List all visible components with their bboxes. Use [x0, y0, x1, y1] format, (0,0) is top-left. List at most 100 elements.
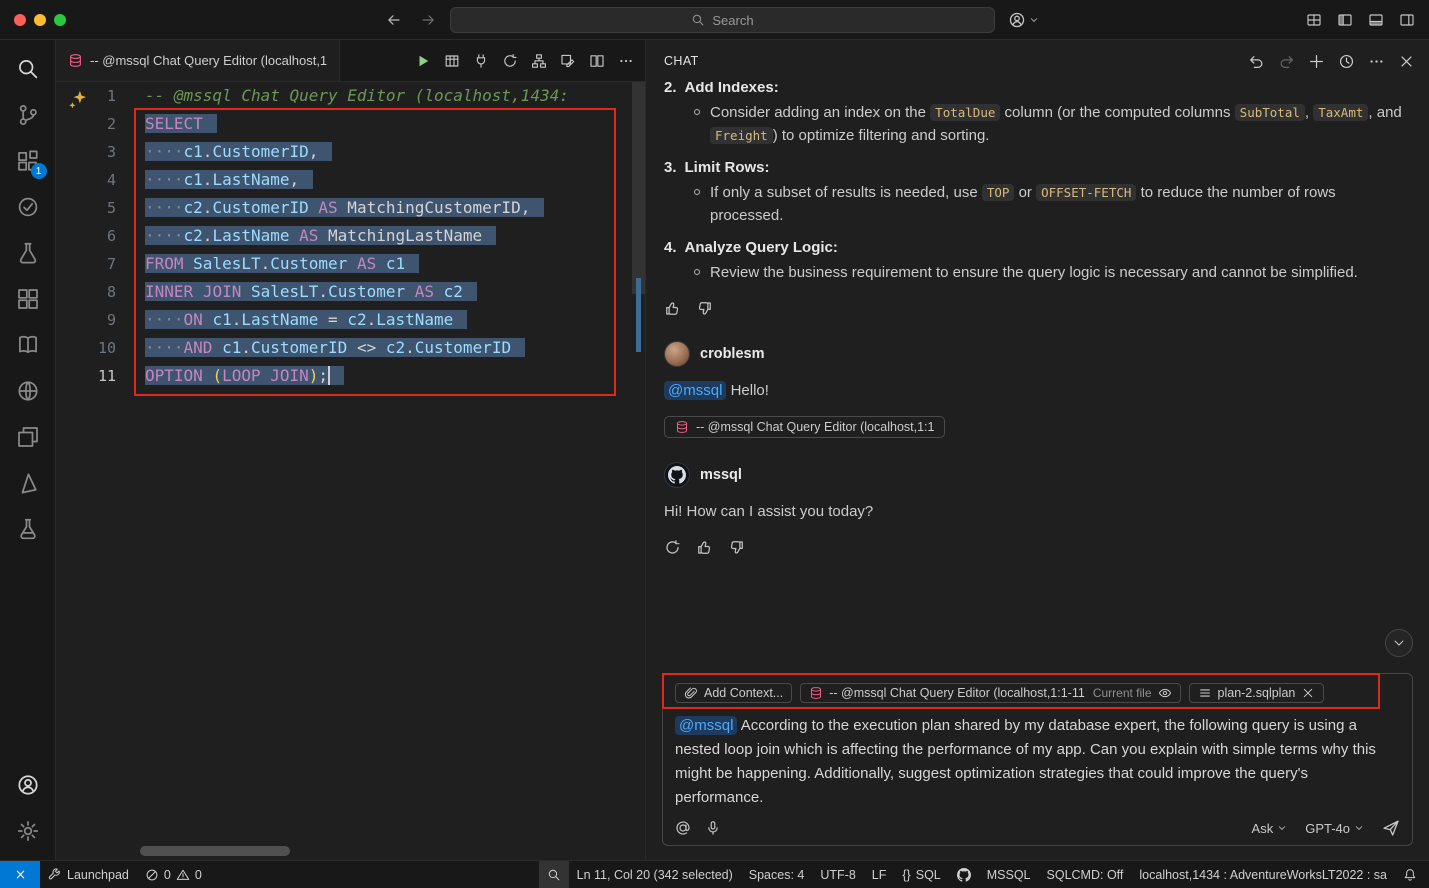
new-chat-icon[interactable] — [1308, 53, 1325, 70]
estimated-plan-button[interactable] — [497, 49, 523, 73]
command-center-search[interactable]: Search — [450, 7, 995, 33]
status-notifications[interactable] — [1395, 861, 1425, 888]
model-dropdown[interactable]: GPT-4o — [1305, 821, 1364, 836]
more-icon[interactable] — [1368, 53, 1385, 70]
toggle-primary-sidebar-icon[interactable] — [1337, 12, 1353, 28]
mode-dropdown[interactable]: Ask — [1252, 821, 1288, 836]
regenerate-icon[interactable] — [664, 539, 681, 556]
maximize-window-button[interactable] — [54, 14, 66, 26]
chat-input-text[interactable]: @mssql According to the execution plan s… — [675, 714, 1400, 810]
message-attachment[interactable]: -- @mssql Chat Query Editor (localhost,1… — [664, 416, 945, 438]
run-query-button[interactable] — [410, 49, 436, 73]
forward-icon[interactable] — [420, 12, 436, 28]
activity-live-share[interactable] — [4, 414, 52, 460]
activity-azure[interactable] — [4, 184, 52, 230]
code-line[interactable]: 6····c2.LastName AS MatchingLastName — [56, 222, 645, 250]
thumbs-up-icon[interactable] — [696, 539, 713, 556]
status-indentation[interactable]: Spaces: 4 — [741, 861, 813, 888]
warning-icon — [176, 868, 190, 882]
token: LastName — [212, 170, 289, 189]
profile-menu[interactable] — [1008, 0, 1039, 40]
vertical-scrollbar[interactable] — [632, 82, 645, 294]
code-line[interactable]: 4····c1.LastName, — [56, 166, 645, 194]
send-icon[interactable] — [1382, 819, 1400, 837]
split-editor-button[interactable] — [584, 49, 610, 73]
remote-indicator[interactable] — [0, 861, 40, 888]
activity-sql-tools[interactable] — [4, 506, 52, 552]
thumbs-down-icon[interactable] — [696, 300, 713, 317]
token: AS — [357, 254, 376, 273]
plan-context-chip[interactable]: plan-2.sqlplan — [1189, 683, 1325, 703]
minimize-window-button[interactable] — [34, 14, 46, 26]
status-sqlcmd[interactable]: SQLCMD: Off — [1039, 861, 1132, 888]
editor-tab[interactable]: -- @mssql Chat Query Editor (localhost,1 — [56, 40, 340, 81]
toggle-secondary-sidebar-icon[interactable] — [1399, 12, 1415, 28]
add-context-chip[interactable]: Add Context... — [675, 683, 792, 703]
horizontal-scrollbar[interactable] — [140, 846, 290, 856]
scroll-to-bottom-button[interactable] — [1385, 629, 1413, 657]
activity-prisma[interactable] — [4, 460, 52, 506]
results-button[interactable] — [439, 49, 465, 73]
status-encoding[interactable]: UTF-8 — [812, 861, 863, 888]
status-copilot[interactable] — [949, 861, 979, 888]
copilot-sparkle-icon[interactable] — [68, 89, 88, 109]
code-line[interactable]: 1-- @mssql Chat Query Editor (localhost,… — [56, 82, 645, 110]
status-mssql[interactable]: MSSQL — [979, 861, 1039, 888]
status-launchpad[interactable]: Launchpad — [40, 861, 137, 888]
status-problems[interactable]: 00 — [137, 861, 210, 888]
line-text: FROM SalesLT.Customer AS c1 — [145, 250, 419, 278]
table-designer-button[interactable] — [555, 49, 581, 73]
close-window-button[interactable] — [14, 14, 26, 26]
file-context-chip[interactable]: -- @mssql Chat Query Editor (localhost,1… — [800, 683, 1180, 703]
mention-chip[interactable]: @mssql — [664, 381, 726, 400]
redo-icon[interactable] — [1278, 53, 1295, 70]
back-icon[interactable] — [386, 12, 402, 28]
mention-icon[interactable] — [675, 820, 691, 836]
chat-input[interactable]: Add Context... -- @mssql Chat Query Edito… — [662, 673, 1413, 846]
activity-source-control[interactable] — [4, 92, 52, 138]
close-icon[interactable] — [1398, 53, 1415, 70]
status-language[interactable]: {}SQL — [894, 861, 948, 888]
code-line[interactable]: 3····c1.CustomerID, — [56, 138, 645, 166]
undo-icon[interactable] — [1248, 53, 1265, 70]
code-line[interactable]: 7FROM SalesLT.Customer AS c1 — [56, 250, 645, 278]
token — [376, 338, 386, 357]
model-label: GPT-4o — [1305, 821, 1350, 836]
status-eol[interactable]: LF — [864, 861, 895, 888]
activity-accounts[interactable] — [4, 762, 52, 808]
mention-chip[interactable]: @mssql — [675, 716, 737, 735]
code-line[interactable]: 10····AND c1.CustomerID <> c2.CustomerID — [56, 334, 645, 362]
code-line[interactable]: 11OPTION (LOOP JOIN); — [56, 362, 645, 390]
code-line[interactable]: 2SELECT — [56, 110, 645, 138]
activity-extensions[interactable]: 1 — [4, 138, 52, 184]
status-connection[interactable]: localhost,1434 : AdventureWorksLT2022 : … — [1131, 861, 1395, 888]
schema-visualize-button[interactable] — [526, 49, 552, 73]
activity-settings[interactable] — [4, 808, 52, 854]
status-zoom[interactable] — [539, 861, 569, 888]
connect-button[interactable] — [468, 49, 494, 73]
microphone-icon[interactable] — [705, 820, 721, 836]
token: . — [241, 338, 251, 357]
close-icon[interactable] — [1301, 686, 1315, 700]
code-line[interactable]: 5····c2.CustomerID AS MatchingCustomerID… — [56, 194, 645, 222]
token: JOIN — [203, 282, 242, 301]
customize-layout-icon[interactable] — [1306, 12, 1322, 28]
code-line[interactable]: 9····ON c1.LastName = c2.LastName — [56, 306, 645, 334]
activity-github[interactable] — [4, 368, 52, 414]
history-icon[interactable] — [1338, 53, 1355, 70]
status-cursor-position[interactable]: Ln 11, Col 20 (342 selected) — [569, 861, 741, 888]
toggle-panel-icon[interactable] — [1368, 12, 1384, 28]
activity-database-projects[interactable] — [4, 276, 52, 322]
activity-search[interactable] — [4, 46, 52, 92]
activity-testing[interactable] — [4, 230, 52, 276]
thumbs-down-icon[interactable] — [728, 539, 745, 556]
activity-docs[interactable] — [4, 322, 52, 368]
code-line[interactable]: 8INNER JOIN SalesLT.Customer AS c2 — [56, 278, 645, 306]
schema-icon — [531, 53, 547, 69]
editor[interactable]: 1-- @mssql Chat Query Editor (localhost,… — [56, 82, 645, 860]
more-actions-button[interactable] — [613, 49, 639, 73]
thumbs-up-icon[interactable] — [664, 300, 681, 317]
token: c2 — [347, 310, 366, 329]
title-bar: Search — [0, 0, 1429, 40]
eye-icon[interactable] — [1158, 686, 1172, 700]
